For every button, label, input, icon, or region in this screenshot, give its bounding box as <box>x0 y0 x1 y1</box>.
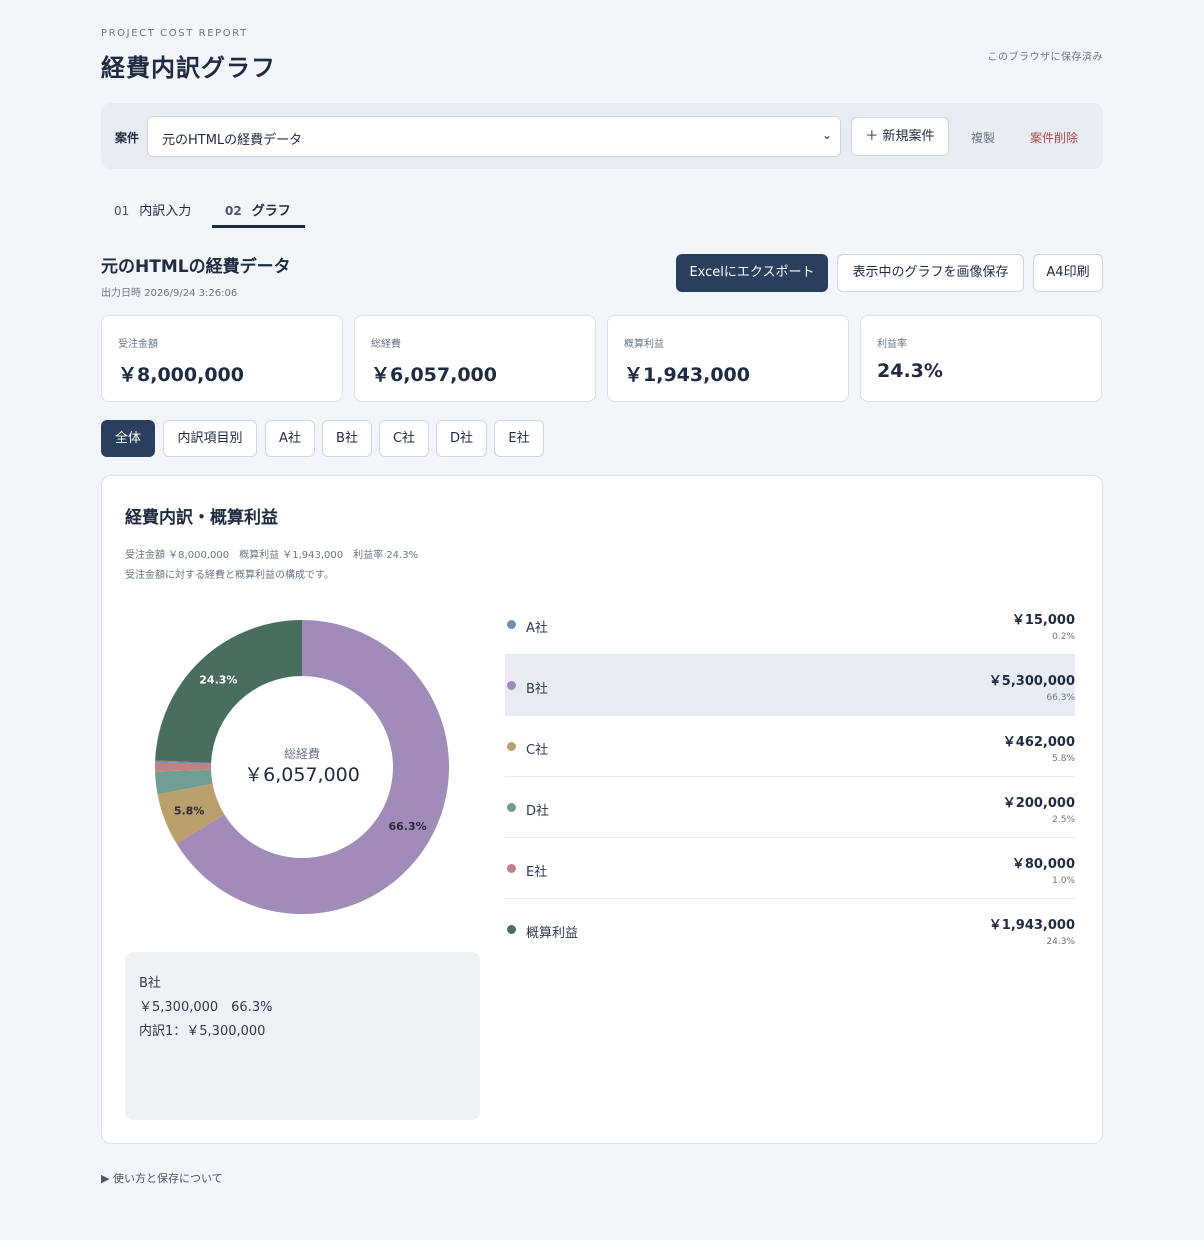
filter-company-b[interactable]: B社 <box>322 420 372 457</box>
stat-value: ￥8,000,000 <box>118 364 244 386</box>
usage-disclosure-toggle[interactable]: ▶ 使い方と保存について <box>101 1170 223 1186</box>
legend-dot <box>507 925 516 934</box>
case-bar: 案件 元のHTMLの経費データ ⌄ ＋ 新規案件 複製 案件削除 <box>101 103 1103 169</box>
chevron-down-icon: ⌄ <box>821 128 832 142</box>
legend-row-company-d[interactable]: D社 ￥200,000 2.5% <box>505 777 1075 838</box>
chart-panel: 経費内訳・概算利益 受注金額 ￥8,000,000 概算利益 ￥1,943,00… <box>101 475 1103 1144</box>
legend-amount: ￥5,300,000 <box>988 674 1075 689</box>
stat-label: 利益率 <box>877 339 907 350</box>
tab-label: 内訳入力 <box>139 204 192 219</box>
filter-by-item[interactable]: 内訳項目別 <box>163 420 257 457</box>
tab-number: 02 <box>225 204 242 218</box>
selection-detail: 内訳1：￥5,300,000 <box>139 1024 266 1039</box>
chart-description: 受注金額に対する経費と概算利益の構成です。 <box>125 570 334 581</box>
legend-name: 概算利益 <box>526 926 579 941</box>
legend-row-company-b[interactable]: B社 ￥5,300,000 66.3% <box>505 655 1075 716</box>
filter-company-c[interactable]: C社 <box>379 420 429 457</box>
chart-title: 経費内訳・概算利益 <box>125 508 278 528</box>
save-image-button[interactable]: 表示中のグラフを画像保存 <box>837 254 1024 292</box>
copy-case-button[interactable]: 複製 <box>971 129 995 146</box>
filter-company-a[interactable]: A社 <box>265 420 315 457</box>
eyebrow: PROJECT COST REPORT <box>101 28 248 39</box>
legend-percent: 1.0% <box>1052 876 1075 886</box>
stat-card-profit-rate: 利益率 24.3% <box>860 315 1102 402</box>
stat-label: 概算利益 <box>624 339 664 350</box>
case-select-value: 元のHTMLの経費データ <box>162 133 303 148</box>
legend-row-company-c[interactable]: C社 ￥462,000 5.8% <box>505 716 1075 777</box>
case-label: 案件 <box>115 131 140 145</box>
selection-amount: ￥5,300,000 66.3% <box>139 1000 273 1015</box>
legend-amount: ￥200,000 <box>1002 796 1075 811</box>
legend-row-company-a[interactable]: A社 ￥15,000 0.2% <box>505 594 1075 655</box>
legend-percent: 66.3% <box>1046 693 1075 703</box>
stat-label: 受注金額 <box>118 339 158 350</box>
stat-value: ￥6,057,000 <box>371 364 497 386</box>
new-case-button[interactable]: ＋ 新規案件 <box>851 117 949 156</box>
legend-percent: 0.2% <box>1052 632 1075 642</box>
legend-row-company-e[interactable]: E社 ￥80,000 1.0% <box>505 838 1075 899</box>
stat-card-total-cost: 総経費 ￥6,057,000 <box>354 315 596 402</box>
legend-name: B社 <box>526 682 548 697</box>
tab-graph[interactable]: 02 グラフ <box>225 200 291 219</box>
legend-dot <box>507 620 516 629</box>
legend-dot <box>507 803 516 812</box>
selection-name: B社 <box>139 976 161 991</box>
donut-label-company-c: 5.8% <box>174 805 205 818</box>
delete-case-button[interactable]: 案件削除 <box>1030 129 1078 146</box>
donut-label-company-b: 66.3% <box>388 820 426 833</box>
legend-row-profit[interactable]: 概算利益 ￥1,943,000 24.3% <box>505 899 1075 960</box>
legend-amount: ￥1,943,000 <box>988 918 1075 933</box>
filter-company-d[interactable]: D社 <box>436 420 487 457</box>
page-title: 経費内訳グラフ <box>101 54 276 82</box>
legend-amount: ￥80,000 <box>1011 857 1075 872</box>
report-title: 元のHTMLの経費データ <box>101 257 291 277</box>
stat-value: ￥1,943,000 <box>624 364 750 386</box>
legend-amount: ￥15,000 <box>1011 613 1075 628</box>
donut-slice-profit[interactable] <box>155 620 302 763</box>
export-timestamp: 出力日時 2026/9/24 3:26:06 <box>101 288 238 299</box>
tab-number: 01 <box>114 204 130 218</box>
saved-status: このブラウザに保存済み <box>987 52 1103 63</box>
excel-export-button[interactable]: Excelにエクスポート <box>676 254 828 292</box>
legend-amount: ￥462,000 <box>1002 735 1075 750</box>
stat-card-profit: 概算利益 ￥1,943,000 <box>607 315 849 402</box>
filter-company-e[interactable]: E社 <box>494 420 544 457</box>
print-a4-button[interactable]: A4印刷 <box>1033 254 1103 292</box>
legend-name: D社 <box>526 804 550 819</box>
donut-center-label: 総経費 <box>284 746 320 761</box>
tab-label: グラフ <box>251 204 291 219</box>
stat-card-order-amount: 受注金額 ￥8,000,000 <box>101 315 343 402</box>
selection-detail-box: B社 ￥5,300,000 66.3% 内訳1：￥5,300,000 <box>125 952 480 1120</box>
case-select[interactable]: 元のHTMLの経費データ ⌄ <box>147 116 841 157</box>
active-tab-indicator <box>212 225 305 228</box>
legend-percent: 5.8% <box>1052 754 1075 764</box>
legend-name: C社 <box>526 743 549 758</box>
legend-percent: 2.5% <box>1052 815 1075 825</box>
legend-name: E社 <box>526 865 548 880</box>
legend-percent: 24.3% <box>1046 937 1075 947</box>
stat-value: 24.3% <box>877 360 943 382</box>
donut-center-value: ￥6,057,000 <box>244 764 360 786</box>
chart-summary: 受注金額 ￥8,000,000 概算利益 ￥1,943,000 利益率 24.3… <box>125 550 419 561</box>
stat-label: 総経費 <box>371 339 401 350</box>
legend-name: A社 <box>526 621 548 636</box>
donut-label-profit: 24.3% <box>199 674 237 687</box>
tab-breakdown-input[interactable]: 01 内訳入力 <box>114 200 191 219</box>
legend-dot <box>507 742 516 751</box>
filter-all[interactable]: 全体 <box>101 420 155 457</box>
legend-dot <box>507 681 516 690</box>
legend-dot <box>507 864 516 873</box>
donut-chart[interactable]: 66.3% 5.8% 24.3% 総経費 ￥6,057,000 <box>154 619 450 915</box>
